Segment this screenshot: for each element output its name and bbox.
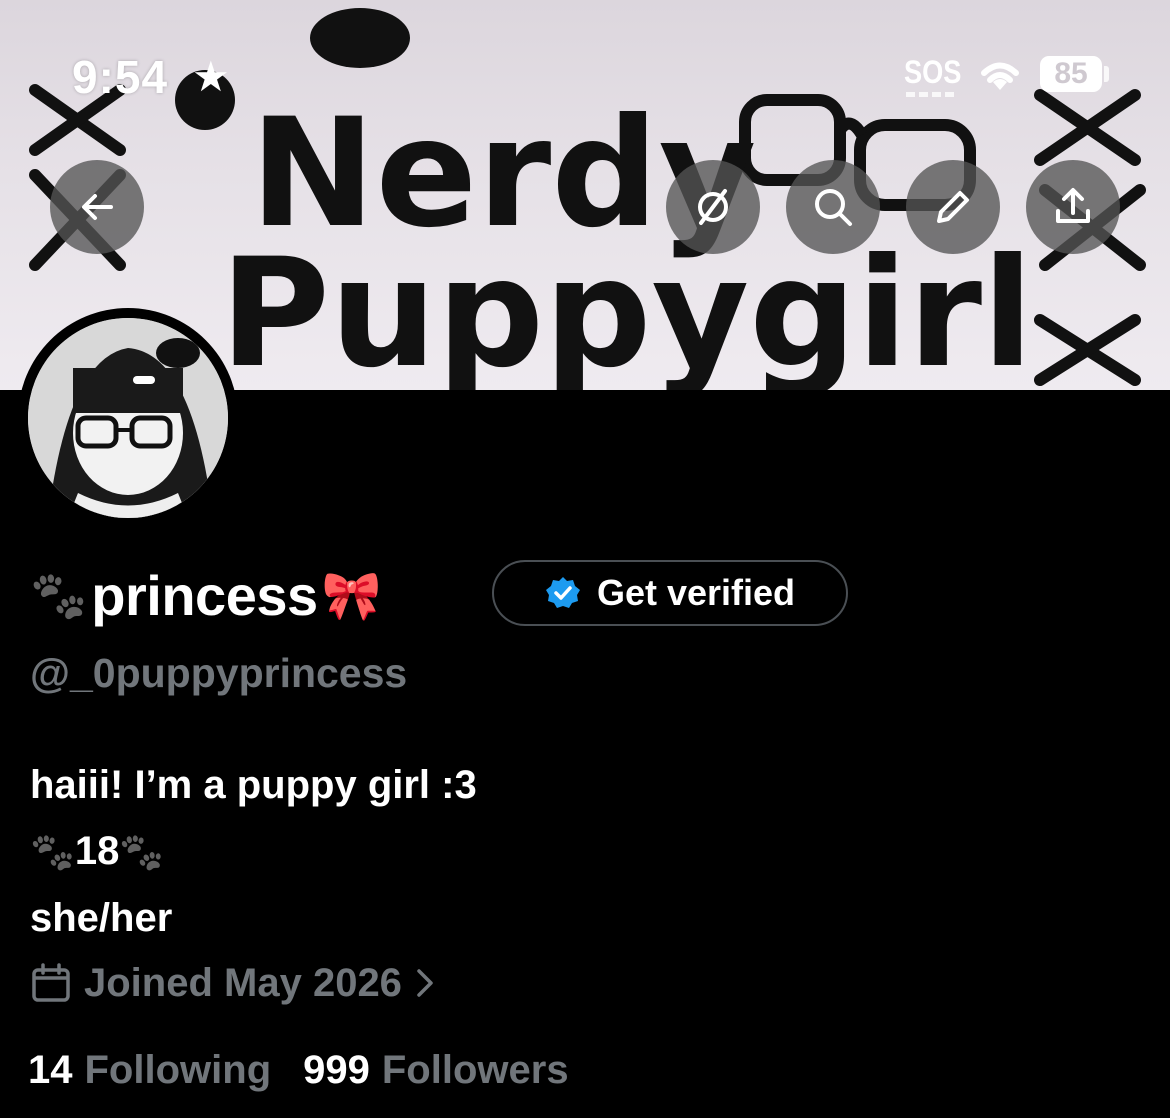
get-verified-label: Get verified (596, 572, 796, 613)
avatar-image (28, 318, 228, 518)
status-time: 9:54 (72, 51, 169, 103)
bio-age: 18 (74, 829, 120, 873)
joined-date-text: Joined May 2026 (84, 960, 402, 1005)
grok-slash-icon (698, 189, 728, 225)
following-stat[interactable]: 14 Following (28, 1048, 303, 1093)
share-icon (1056, 188, 1090, 223)
signal-dots (906, 92, 958, 97)
grok-button[interactable] (666, 160, 760, 254)
paw-prints-emoji: 🐾 (30, 831, 75, 872)
followers-count: 999 (303, 1048, 370, 1092)
back-arrow-icon (82, 194, 113, 220)
following-count: 14 (28, 1048, 73, 1092)
share-button[interactable] (1026, 160, 1120, 254)
battery-icon: 85 (1040, 56, 1102, 92)
followers-stat[interactable]: 999 Followers (303, 1048, 600, 1093)
calendar-icon (32, 963, 70, 1002)
banner-title-line2: Puppygirl (220, 227, 1033, 390)
profile-bio: haiii! I’m a puppy girl :3 🐾18🐾 she/her (30, 752, 477, 951)
following-label: Following (84, 1048, 272, 1092)
edit-button[interactable] (906, 160, 1000, 254)
chevron-right-icon (417, 969, 433, 997)
profile-avatar[interactable] (18, 308, 238, 528)
paw-prints-emoji: 🐾 (119, 831, 165, 872)
focus-star-icon: ★ (192, 53, 230, 100)
wifi-icon (981, 62, 1019, 90)
bio-line-3: she/her (30, 896, 173, 940)
search-button[interactable] (786, 160, 880, 254)
paw-prints-emoji: 🐾 (30, 568, 88, 621)
display-name-row: 🐾 princess 🎀 (30, 555, 381, 635)
search-icon (815, 189, 852, 226)
sos-indicator: SOS (904, 54, 962, 90)
bio-line-2: 🐾18🐾 (30, 818, 477, 885)
display-name: princess (91, 563, 318, 627)
get-verified-button[interactable]: Get verified (492, 560, 848, 626)
joined-date-row[interactable]: Joined May 2026 (30, 958, 436, 1008)
verified-badge-icon (545, 577, 580, 608)
battery-tip (1104, 66, 1109, 82)
bow-emoji: 🎀 (321, 569, 382, 623)
followers-label: Followers (381, 1048, 569, 1092)
pencil-icon (937, 191, 969, 223)
user-handle: @_0puppyprincess (30, 650, 408, 696)
back-button[interactable] (50, 160, 144, 254)
avatar-illustration (28, 318, 228, 518)
bio-line-1: haiii! I’m a puppy girl :3 (30, 763, 477, 807)
follow-stats: 14 Following 999 Followers (28, 1048, 601, 1093)
